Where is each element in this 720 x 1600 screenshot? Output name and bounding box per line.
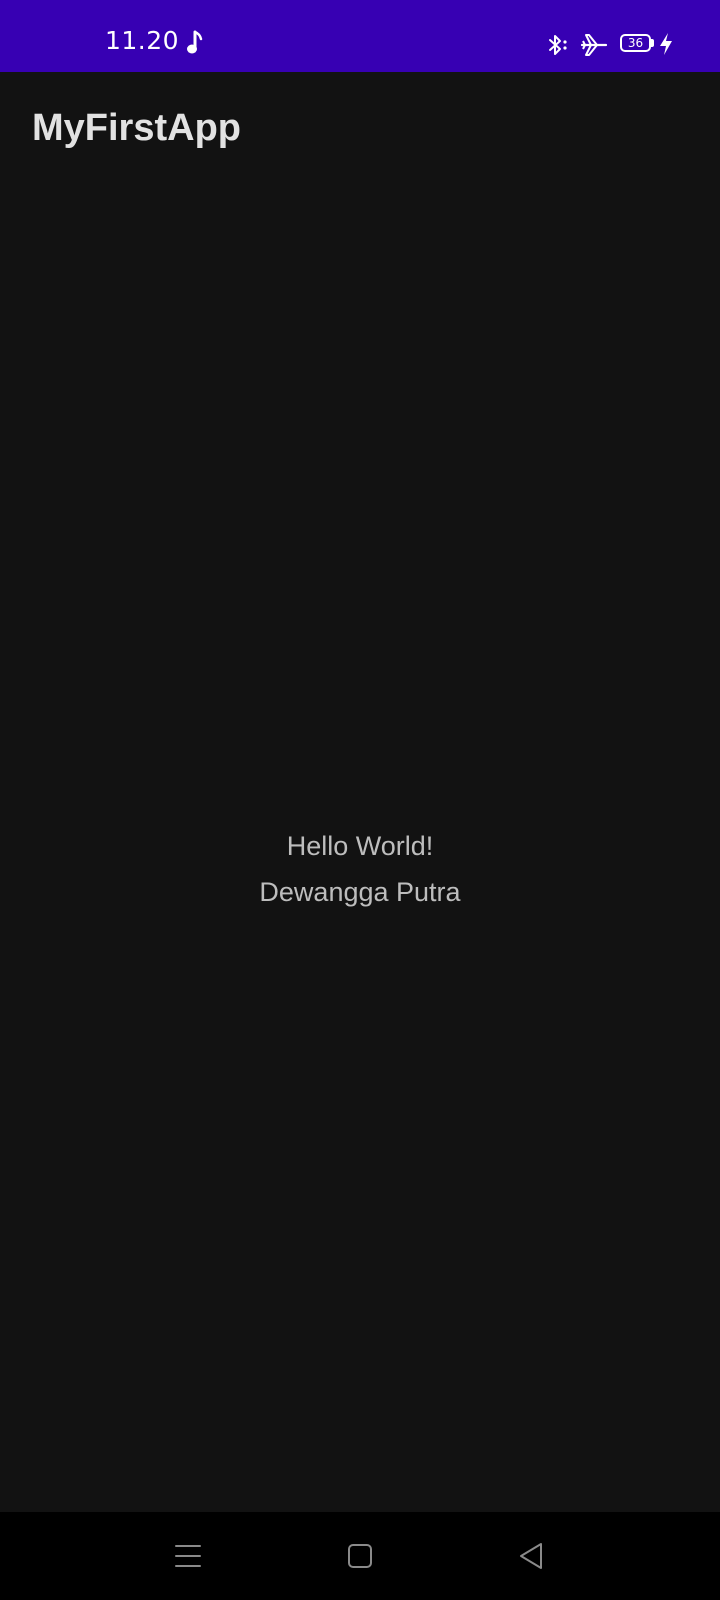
name-text: Dewangga Putra bbox=[259, 877, 461, 907]
app-bar: MyFirstApp bbox=[0, 72, 720, 192]
home-icon[interactable] bbox=[342, 1538, 378, 1574]
bluetooth-icon bbox=[549, 35, 567, 55]
main-content: Hello World! Dewangga Putra bbox=[0, 192, 720, 1512]
music-note-icon bbox=[187, 30, 203, 54]
menu-icon[interactable] bbox=[170, 1538, 206, 1574]
back-icon[interactable] bbox=[514, 1538, 550, 1574]
app-screen: 11.20 36 MyFirstApp Hello World! Dewangg… bbox=[0, 0, 720, 1600]
status-bar: 11.20 36 bbox=[0, 0, 720, 72]
status-time: 11.20 bbox=[105, 26, 180, 55]
navigation-bar bbox=[0, 1512, 720, 1600]
greeting-text: Hello World! bbox=[286, 831, 434, 861]
airplane-mode-icon bbox=[580, 34, 608, 56]
battery-icon: 36 bbox=[620, 34, 655, 54]
app-title: MyFirstApp bbox=[32, 107, 241, 149]
charging-bolt-icon bbox=[660, 33, 672, 55]
battery-level: 36 bbox=[627, 36, 644, 50]
